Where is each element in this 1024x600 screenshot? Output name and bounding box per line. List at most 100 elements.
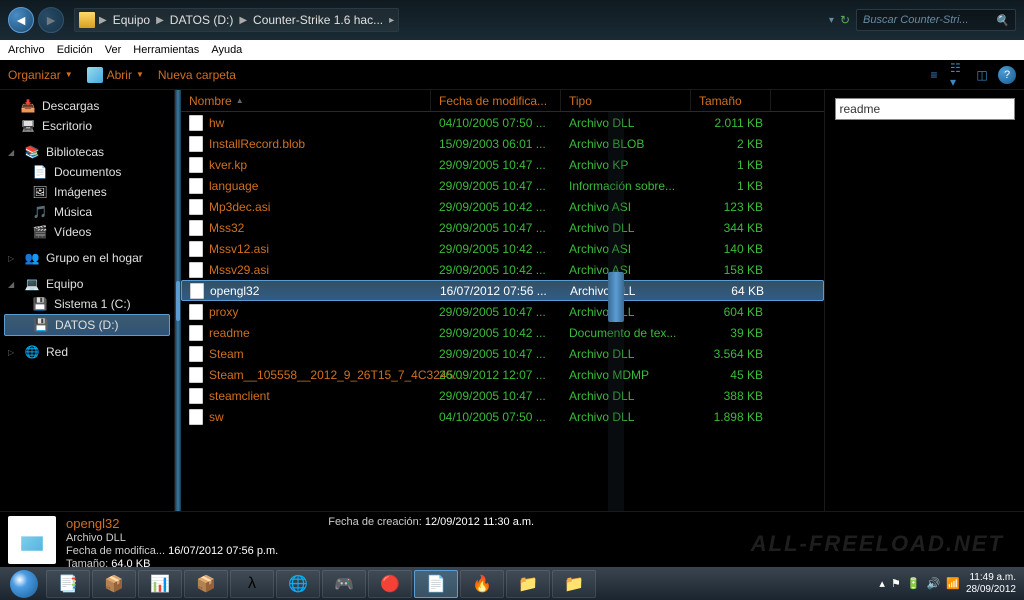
file-row[interactable]: hw 04/10/2005 07:50 ... Archivo DLL 2.01… (181, 112, 824, 133)
network-icon[interactable]: 📶 (946, 577, 960, 590)
file-size: 1.898 KB (691, 410, 771, 424)
column-name[interactable]: Nombre ▲ (181, 90, 431, 111)
breadcrumb-item[interactable]: Counter-Strike 1.6 hac... (251, 13, 385, 27)
search-input[interactable]: Buscar Counter-Stri... 🔍 (856, 9, 1016, 31)
sidebar-item[interactable]: 📥Descargas (0, 96, 174, 116)
file-date: 29/09/2005 10:47 ... (431, 158, 561, 172)
file-type: Archivo DLL (561, 347, 691, 361)
breadcrumb-item[interactable]: Equipo (111, 13, 152, 27)
taskbar-app[interactable]: λ (230, 570, 274, 598)
sidebar-homegroup[interactable]: ▷👥Grupo en el hogar (0, 248, 174, 268)
file-type: Documento de tex... (561, 326, 691, 340)
help-icon[interactable]: ? (998, 66, 1016, 84)
sidebar-item[interactable]: 🖥Escritorio (0, 116, 174, 136)
drive-icon: 💾 (32, 296, 48, 312)
toolbar: Organizar▼ Abrir▼ Nueva carpeta ≡ ☷ ▾ ◫ … (0, 60, 1024, 90)
sidebar-item[interactable]: 🎵Música (0, 202, 174, 222)
file-date: 29/09/2005 10:42 ... (431, 242, 561, 256)
file-row[interactable]: Mp3dec.asi 29/09/2005 10:42 ... Archivo … (181, 196, 824, 217)
taskbar-app[interactable]: 🔥 (460, 570, 504, 598)
preview-pane-icon[interactable]: ◫ (974, 67, 990, 83)
file-row[interactable]: readme 29/09/2005 10:42 ... Documento de… (181, 322, 824, 343)
sidebar-network[interactable]: ▷🌐Red (0, 342, 174, 362)
details-pane: opengl32 Archivo DLL Fecha de modifica..… (0, 511, 1024, 567)
taskbar-app[interactable]: 🔴 (368, 570, 412, 598)
sidebar-item[interactable]: 🖼Imágenes (0, 182, 174, 202)
menu-view[interactable]: Ver (105, 44, 122, 56)
taskbar-app[interactable]: 📑 (46, 570, 90, 598)
file-row[interactable]: Mssv29.asi 29/09/2005 10:42 ... Archivo … (181, 259, 824, 280)
file-icon (189, 241, 203, 257)
breadcrumb-item[interactable]: DATOS (D:) (168, 13, 236, 27)
taskbar-app[interactable]: 📁 (506, 570, 550, 598)
column-type[interactable]: Tipo (561, 90, 691, 111)
file-date: 29/09/2005 10:42 ... (431, 200, 561, 214)
taskbar-app[interactable]: 📦 (184, 570, 228, 598)
file-row[interactable]: Mss32 29/09/2005 10:47 ... Archivo DLL 3… (181, 217, 824, 238)
clock[interactable]: 11:49 a.m. 28/09/2012 (966, 572, 1016, 596)
view-details-icon[interactable]: ≡ (926, 67, 942, 83)
taskbar-app[interactable]: 📁 (552, 570, 596, 598)
sidebar-drive[interactable]: 💾Sistema 1 (C:) (0, 294, 174, 314)
sidebar-computer[interactable]: ◢💻Equipo (0, 274, 174, 294)
menu-help[interactable]: Ayuda (211, 44, 242, 56)
battery-icon[interactable]: 🔋 (907, 577, 921, 590)
file-name: Mp3dec.asi (209, 200, 270, 214)
breadcrumb[interactable]: ▶ Equipo ▶ DATOS (D:) ▶ Counter-Strike 1… (74, 8, 399, 32)
drive-icon: 💾 (33, 317, 49, 333)
file-row[interactable]: InstallRecord.blob 15/09/2003 06:01 ... … (181, 133, 824, 154)
organize-button[interactable]: Organizar▼ (8, 68, 73, 82)
file-size: 123 KB (691, 200, 771, 214)
file-name: steamclient (209, 389, 270, 403)
file-row[interactable]: sw 04/10/2005 07:50 ... Archivo DLL 1.89… (181, 406, 824, 427)
open-icon (87, 67, 103, 83)
scrollbar[interactable] (608, 112, 624, 511)
file-row[interactable]: steamclient 29/09/2005 10:47 ... Archivo… (181, 385, 824, 406)
taskbar-app[interactable]: 📊 (138, 570, 182, 598)
volume-icon[interactable]: 🔊 (927, 577, 941, 590)
new-folder-button[interactable]: Nueva carpeta (158, 68, 236, 82)
menu-edit[interactable]: Edición (57, 44, 93, 56)
file-row[interactable]: kver.kp 29/09/2005 10:47 ... Archivo KP … (181, 154, 824, 175)
tray-arrow-icon[interactable]: ▴ (879, 577, 885, 590)
open-button[interactable]: Abrir▼ (87, 67, 144, 83)
file-name: kver.kp (209, 158, 247, 172)
column-date[interactable]: Fecha de modifica... (431, 90, 561, 111)
file-row[interactable]: proxy 29/09/2005 10:47 ... Archivo DLL 6… (181, 301, 824, 322)
taskbar-app[interactable]: 🌐 (276, 570, 320, 598)
file-icon (189, 136, 203, 152)
file-date: 29/09/2005 10:47 ... (431, 179, 561, 193)
taskbar-app[interactable]: 🎮 (322, 570, 366, 598)
file-row[interactable]: language 29/09/2005 10:47 ... Informació… (181, 175, 824, 196)
preview-filename[interactable] (835, 98, 1015, 120)
sidebar-libraries[interactable]: ◢📚Bibliotecas (0, 142, 174, 162)
file-name: readme (209, 326, 250, 340)
taskbar-app[interactable]: 📦 (92, 570, 136, 598)
file-row[interactable]: opengl32 16/07/2012 07:56 ... Archivo DL… (181, 280, 824, 301)
search-placeholder: Buscar Counter-Stri... (863, 14, 969, 26)
view-options-icon[interactable]: ☷ ▾ (950, 67, 966, 83)
start-button[interactable] (4, 569, 44, 599)
file-size: 3.564 KB (691, 347, 771, 361)
file-type-icon (8, 516, 56, 564)
forward-button[interactable]: ► (38, 7, 64, 33)
sidebar-drive[interactable]: 💾DATOS (D:) (4, 314, 170, 336)
file-row[interactable]: Steam 29/09/2005 10:47 ... Archivo DLL 3… (181, 343, 824, 364)
chevron-right-icon: ▸ (389, 15, 394, 26)
taskbar-app[interactable]: 📄 (414, 570, 458, 598)
file-type: Archivo DLL (561, 221, 691, 235)
file-size: 39 KB (691, 326, 771, 340)
sidebar-item[interactable]: 🎬Vídeos (0, 222, 174, 242)
file-row[interactable]: Mssv12.asi 29/09/2005 10:42 ... Archivo … (181, 238, 824, 259)
chevron-down-icon[interactable]: ▾ (829, 15, 834, 26)
column-size[interactable]: Tamaño (691, 90, 771, 111)
flag-icon[interactable]: ⚑ (891, 577, 901, 590)
menu-file[interactable]: Archivo (8, 44, 45, 56)
menu-tools[interactable]: Herramientas (133, 44, 199, 56)
file-row[interactable]: Steam__105558__2012_9_26T15_7_4C3245... … (181, 364, 824, 385)
back-button[interactable]: ◄ (8, 7, 34, 33)
sidebar-item[interactable]: 📄Documentos (0, 162, 174, 182)
refresh-icon[interactable]: ↻ (840, 13, 850, 27)
file-date: 26/09/2012 12:07 ... (431, 368, 561, 382)
file-list: hw 04/10/2005 07:50 ... Archivo DLL 2.01… (181, 112, 824, 511)
